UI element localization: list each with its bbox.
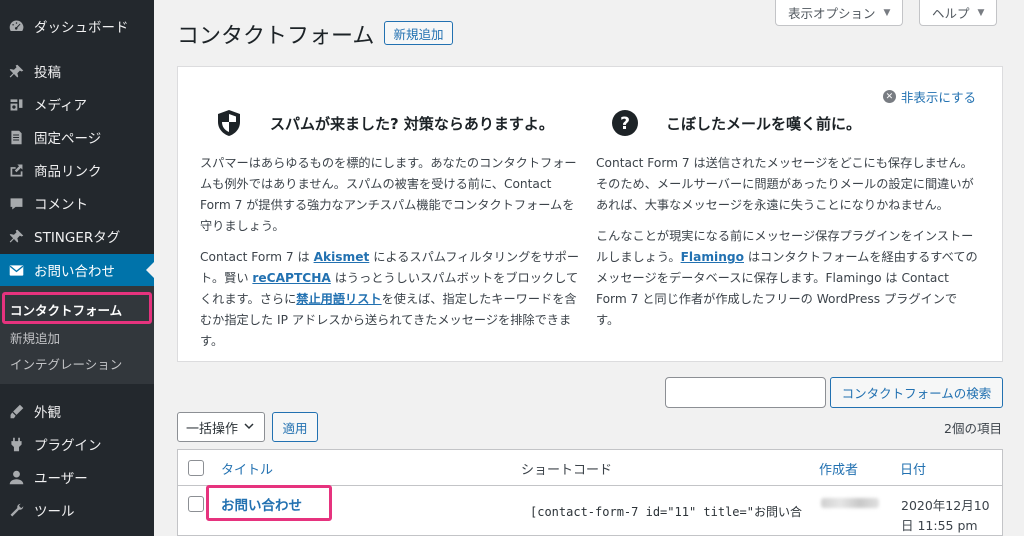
welcome-column-spam: スパムが来ました? 対策ならありますよ。 スパマーはあらゆるものを標的にします。…	[200, 103, 582, 352]
admin-sidebar: ダッシュボード 投稿 メディア 固定ページ 商品リンク コメント STINGER…	[0, 0, 154, 536]
recaptcha-link[interactable]: reCAPTCHA	[252, 271, 330, 285]
sidebar-item-dashboard[interactable]: ダッシュボード	[0, 10, 154, 42]
disallowed-list-link[interactable]: 禁止用語リスト	[296, 292, 381, 306]
page-title: コンタクトフォーム	[177, 24, 375, 49]
bulk-action-select[interactable]: 一括操作	[177, 412, 265, 442]
sidebar-item-label: 商品リンク	[34, 164, 102, 180]
appearance-icon	[6, 401, 26, 421]
add-new-button[interactable]: 新規追加	[384, 21, 453, 45]
welcome-panel: ✕ 非表示にする スパムが来ました? 対策ならありますよ。 スパマーはあらゆるも…	[177, 66, 1003, 362]
question-icon: ?	[612, 110, 638, 136]
page-icon	[6, 127, 26, 147]
column-paragraph: Contact Form 7 は送信されたメッセージをどこにも保存しません。その…	[596, 156, 974, 212]
sidebar-item-posts[interactable]: 投稿	[0, 55, 154, 87]
sidebar-item-label: ダッシュボード	[34, 20, 129, 36]
date-cell: 2020年12月10	[901, 498, 990, 513]
text-fragment: Contact Form 7 は	[200, 250, 314, 264]
bulk-action-value: 一括操作	[186, 421, 239, 437]
column-paragraph: Contact Form 7 は Akismet によるスパムフィルタリングをサ…	[200, 247, 582, 352]
submenu-item-integration[interactable]: インテグレーション	[10, 354, 122, 373]
flamingo-link[interactable]: Flamingo	[681, 250, 744, 264]
help-tab[interactable]: ヘルプ ▼	[919, 0, 998, 26]
shield-icon	[218, 110, 240, 136]
sidebar-item-users[interactable]: ユーザー	[0, 461, 154, 493]
column-shortcode-header: ショートコード	[521, 463, 613, 478]
welcome-column-flamingo: ? こぼしたメールを嘆く前に。 Contact Form 7 は送信されたメッセ…	[596, 103, 978, 331]
item-count: 2個の項目	[944, 421, 1002, 436]
sidebar-item-label: 投稿	[34, 65, 61, 81]
sidebar-item-tools[interactable]: ツール	[0, 494, 154, 526]
column-title: スパムが来ました? 対策ならありますよ。	[270, 114, 554, 133]
sidebar-item-label: メディア	[34, 98, 88, 114]
sidebar-item-plugins[interactable]: プラグイン	[0, 428, 154, 460]
sidebar-item-label: STINGERタグ	[34, 230, 121, 246]
mail-icon	[6, 260, 26, 280]
column-heading: ? こぼしたメールを嘆く前に。	[574, 103, 978, 143]
close-circle-icon: ✕	[882, 90, 896, 103]
plugin-icon	[6, 434, 26, 454]
search-button[interactable]: コンタクトフォームの検索	[830, 377, 1003, 408]
sidebar-item-contact[interactable]: お問い合わせ	[0, 254, 154, 286]
user-icon	[6, 467, 26, 487]
help-label: ヘルプ	[932, 6, 970, 21]
sidebar-item-label: お問い合わせ	[34, 264, 115, 280]
screen-options-tab[interactable]: 表示オプション ▼	[775, 0, 904, 26]
caret-down-icon: ▼	[977, 7, 985, 18]
dashboard-icon	[6, 16, 26, 36]
column-date-header[interactable]: 日付	[900, 459, 926, 478]
sidebar-item-label: ユーザー	[34, 471, 88, 487]
media-icon	[6, 94, 26, 114]
pin-icon	[6, 226, 26, 246]
highlight-box	[206, 485, 332, 521]
sidebar-item-label: ツール	[34, 504, 75, 520]
akismet-link[interactable]: Akismet	[314, 250, 370, 264]
link-icon	[6, 160, 26, 180]
caret-down-icon: ▼	[883, 7, 891, 18]
active-indicator	[146, 262, 154, 278]
comment-icon	[6, 193, 26, 213]
svg-text:?: ?	[620, 114, 630, 134]
column-heading: スパムが来ました? 対策ならありますよ。	[178, 103, 582, 143]
sidebar-item-label: 固定ページ	[34, 131, 102, 147]
table-header: タイトル ショートコード 作成者 日付	[178, 450, 1002, 486]
column-author-header[interactable]: 作成者	[819, 459, 858, 478]
sidebar-item-product-links[interactable]: 商品リンク	[0, 154, 154, 186]
column-paragraph: こんなことが現実になる前にメッセージ保存プラグインをインストールしましょう。Fl…	[596, 226, 978, 331]
chevron-down-icon	[244, 420, 254, 435]
select-all-checkbox[interactable]	[188, 460, 204, 476]
highlight-box	[2, 292, 152, 324]
sidebar-item-pages[interactable]: 固定ページ	[0, 121, 154, 153]
date-cell: 日 11:55 pm	[901, 518, 978, 533]
search-input[interactable]	[665, 377, 826, 408]
tool-icon	[6, 500, 26, 520]
column-paragraph: スパマーはあらゆるものを標的にします。あなたのコンタクトフォームも例外ではありま…	[200, 156, 577, 233]
sidebar-item-label: 外観	[34, 405, 61, 421]
sidebar-item-label: コメント	[34, 197, 88, 213]
row-checkbox[interactable]	[188, 496, 204, 512]
shortcode-cell: [contact-form-7 id="11" title="お問い合	[530, 505, 802, 519]
pin-icon	[6, 61, 26, 81]
sidebar-item-stinger-tags[interactable]: STINGERタグ	[0, 220, 154, 252]
author-redacted	[821, 498, 879, 508]
sidebar-item-label: プラグイン	[34, 438, 102, 454]
sidebar-item-media[interactable]: メディア	[0, 88, 154, 120]
sidebar-item-appearance[interactable]: 外観	[0, 395, 154, 427]
submenu-item-add-new[interactable]: 新規追加	[10, 328, 60, 347]
screen-options-label: 表示オプション	[788, 6, 876, 21]
sidebar-item-comments[interactable]: コメント	[0, 187, 154, 219]
column-title: こぼしたメールを嘆く前に。	[666, 114, 862, 133]
column-title-header[interactable]: タイトル	[221, 459, 273, 478]
apply-button[interactable]: 適用	[272, 412, 318, 442]
